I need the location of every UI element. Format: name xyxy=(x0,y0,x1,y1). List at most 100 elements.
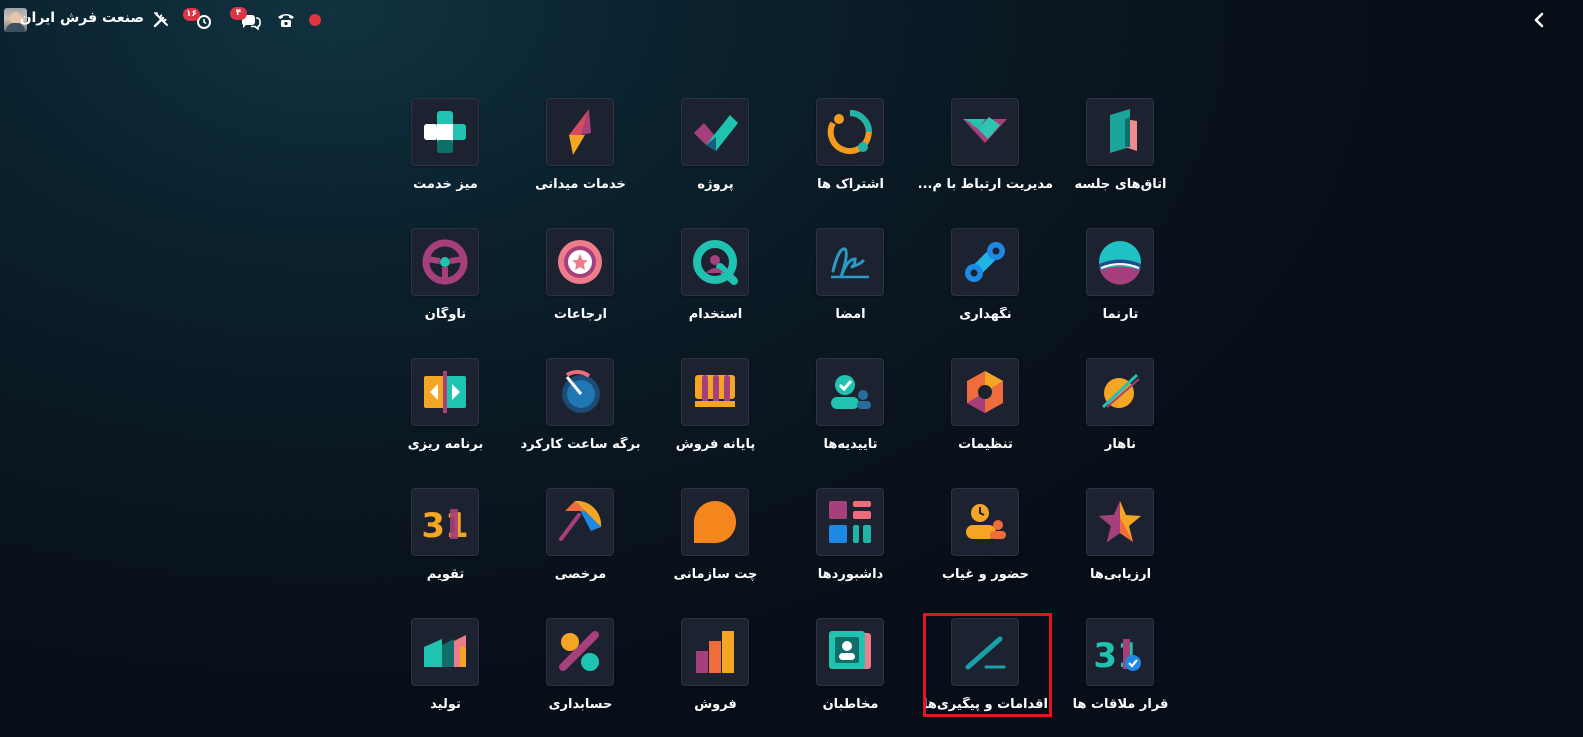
app-label: تقویم xyxy=(426,567,465,582)
recording-status-dot xyxy=(309,14,321,26)
app-label: چت سازمانی xyxy=(673,567,758,582)
fleet-icon xyxy=(411,228,479,296)
maintenance-icon xyxy=(951,228,1019,296)
phone-icon[interactable] xyxy=(277,11,295,29)
app-website[interactable]: تارنما xyxy=(1053,228,1188,340)
app-label: پروژه xyxy=(697,177,734,192)
planning-icon xyxy=(411,358,479,426)
accounting-icon xyxy=(546,618,614,686)
helpdesk-icon xyxy=(411,98,479,166)
app-menu-grid: اتاق‌های جلسه مدیریت ارتباط با م... اشتر… xyxy=(378,98,1188,737)
app-label: برگه ساعت کارکرد xyxy=(520,437,641,452)
app-sales[interactable]: فروش xyxy=(648,618,783,730)
app-maintenance[interactable]: نگهداری xyxy=(918,228,1053,340)
project-icon xyxy=(681,98,749,166)
app-label: ارزیابی‌ها xyxy=(1089,567,1152,582)
sales-icon xyxy=(681,618,749,686)
app-label: تارنما xyxy=(1102,307,1139,322)
referrals-icon xyxy=(546,228,614,296)
app-approvals[interactable]: تاییدیه‌ها xyxy=(783,358,918,470)
recruitment-icon xyxy=(681,228,749,296)
app-contacts[interactable]: مخاطبان xyxy=(783,618,918,730)
website-icon xyxy=(1086,228,1154,296)
contacts-icon xyxy=(816,618,884,686)
app-label: مدیریت ارتباط با م... xyxy=(918,177,1053,192)
app-discuss[interactable]: چت سازمانی xyxy=(648,488,783,600)
discuss-icon xyxy=(681,488,749,556)
app-timesheets[interactable]: برگه ساعت کارکرد xyxy=(513,358,648,470)
attendances-icon xyxy=(951,488,1019,556)
app-label: میز خدمت xyxy=(413,177,478,192)
time-off-icon xyxy=(546,488,614,556)
app-referrals[interactable]: ارجاعات xyxy=(513,228,648,340)
message-count-badge: ۴ xyxy=(230,7,247,20)
app-label: مرخصی xyxy=(554,567,607,582)
app-label: تنظیمات xyxy=(958,437,1013,452)
top-navbar: صنعت فرش ایران ۱۶ ۴ xyxy=(0,0,1583,40)
app-manufacturing[interactable]: تولید xyxy=(378,618,513,730)
app-label: ناهار xyxy=(1104,437,1137,452)
sign-icon xyxy=(816,228,884,296)
dashboards-icon xyxy=(816,488,884,556)
timesheets-icon xyxy=(546,358,614,426)
app-label: نگهداری xyxy=(959,307,1012,322)
app-recruitment[interactable]: استخدام xyxy=(648,228,783,340)
app-label: مخاطبان xyxy=(822,697,879,712)
app-attendances[interactable]: حضور و غیاب xyxy=(918,488,1053,600)
app-project[interactable]: پروژه xyxy=(648,98,783,210)
highlight-box xyxy=(923,613,1052,717)
app-accounting[interactable]: حسابداری xyxy=(513,618,648,730)
chevron-left-icon[interactable] xyxy=(1531,11,1547,29)
messages-icon[interactable]: ۴ xyxy=(230,7,262,31)
manufacturing-icon xyxy=(411,618,479,686)
app-label: استخدام xyxy=(688,307,743,322)
app-dashboards[interactable]: داشبوردها xyxy=(783,488,918,600)
app-calendar[interactable]: 31 تقویم xyxy=(378,488,513,600)
field-service-icon xyxy=(546,98,614,166)
settings-icon xyxy=(951,358,1019,426)
calendar-icon: 31 xyxy=(411,488,479,556)
app-label: ناوگان xyxy=(424,307,467,322)
app-label: اشتراک ها xyxy=(817,177,884,192)
app-label: پایانه فروش xyxy=(675,437,756,452)
crm-icon xyxy=(951,98,1019,166)
app-label: امضا xyxy=(835,307,866,322)
appraisals-icon xyxy=(1086,488,1154,556)
point-of-sale-icon xyxy=(681,358,749,426)
app-label: تولید xyxy=(430,697,461,712)
app-label: حسابداری xyxy=(548,697,613,712)
app-time-off[interactable]: مرخصی xyxy=(513,488,648,600)
app-label: قرار ملاقات ها xyxy=(1072,697,1169,712)
app-settings[interactable]: تنظیمات xyxy=(918,358,1053,470)
app-fleet[interactable]: ناوگان xyxy=(378,228,513,340)
app-lunch[interactable]: ناهار xyxy=(1053,358,1188,470)
app-label: برنامه ریزی xyxy=(407,437,484,452)
activity-count-badge: ۱۶ xyxy=(183,8,200,21)
app-field-service[interactable]: خدمات میدانی xyxy=(513,98,648,210)
appointments-icon: 31 xyxy=(1086,618,1154,686)
app-label: داشبوردها xyxy=(817,567,884,582)
app-subscriptions[interactable]: اشتراک ها xyxy=(783,98,918,210)
app-label: حضور و غیاب xyxy=(941,567,1030,582)
app-planning[interactable]: برنامه ریزی xyxy=(378,358,513,470)
subscriptions-icon xyxy=(816,98,884,166)
app-helpdesk[interactable]: میز خدمت xyxy=(378,98,513,210)
svg-text:31: 31 xyxy=(421,506,468,546)
app-label: اتاق‌های جلسه xyxy=(1074,177,1167,192)
app-crm[interactable]: مدیریت ارتباط با م... xyxy=(918,98,1053,210)
app-appointments[interactable]: 31 قرار ملاقات ها xyxy=(1053,618,1188,730)
meeting-rooms-icon xyxy=(1086,98,1154,166)
app-label: فروش xyxy=(694,697,737,712)
app-sign[interactable]: امضا xyxy=(783,228,918,340)
company-switcher[interactable]: صنعت فرش ایران xyxy=(20,10,144,34)
app-meeting-rooms[interactable]: اتاق‌های جلسه xyxy=(1053,98,1188,210)
debug-tools-icon[interactable] xyxy=(152,11,170,29)
app-label: تاییدیه‌ها xyxy=(823,437,878,452)
activity-clock-icon[interactable]: ۱۶ xyxy=(183,8,213,31)
app-appraisals[interactable]: ارزیابی‌ها xyxy=(1053,488,1188,600)
app-label: ارجاعات xyxy=(553,307,607,322)
lunch-icon xyxy=(1086,358,1154,426)
approvals-icon xyxy=(816,358,884,426)
app-point-of-sale[interactable]: پایانه فروش xyxy=(648,358,783,470)
app-label: خدمات میدانی xyxy=(535,177,626,192)
